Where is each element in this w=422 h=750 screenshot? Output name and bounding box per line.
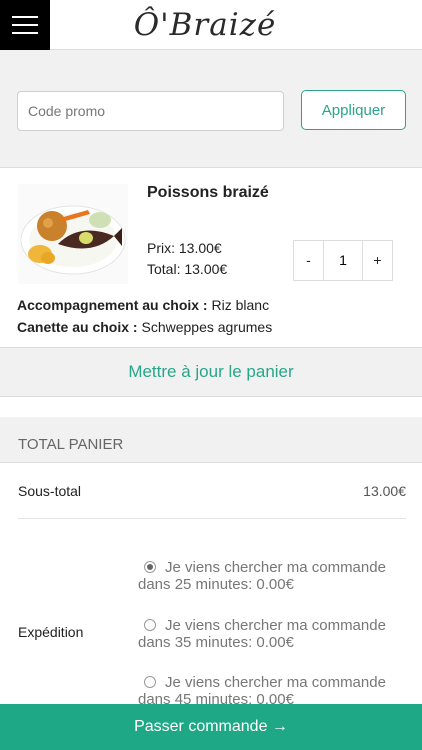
shipping-label: Expédition	[18, 624, 84, 640]
product-name[interactable]: Poissons braizé	[147, 184, 269, 202]
quantity-stepper: - +	[293, 240, 393, 281]
radio-unselected-icon[interactable]	[144, 619, 156, 631]
shipping-option-25min[interactable]: Je viens chercher ma commande dans 25 mi…	[138, 559, 406, 593]
promo-code-input[interactable]	[17, 91, 284, 131]
promo-section: Appliquer	[0, 50, 422, 168]
menu-bar	[12, 24, 38, 26]
update-cart-button[interactable]: Mettre à jour le panier	[0, 347, 422, 397]
option-value: Schweppes agrumes	[141, 319, 273, 335]
shipping-option-text: Je viens chercher ma commande dans 45 mi…	[138, 674, 386, 708]
product-unit-price: Prix: 13.00€	[147, 240, 222, 256]
totals-title: TOTAL PANIER	[18, 436, 124, 453]
top-header: Ô'Braizé	[0, 0, 422, 50]
totals-header: TOTAL PANIER	[0, 417, 422, 463]
shipping-option-45min[interactable]: Je viens chercher ma commande dans 45 mi…	[138, 674, 406, 708]
radio-selected-icon[interactable]	[144, 561, 156, 573]
decrease-quantity-button[interactable]: -	[294, 241, 324, 280]
grilled-fish-plate-image	[20, 205, 126, 275]
brand-logo[interactable]: Ô'Braizé	[120, 4, 290, 46]
cart-totals: TOTAL PANIER Sous-total 13.00€ Expéditio…	[0, 397, 422, 750]
menu-bar	[12, 16, 38, 18]
increase-quantity-button[interactable]: +	[362, 241, 392, 280]
quantity-input[interactable]	[325, 241, 361, 280]
shipping-option-text: Je viens chercher ma commande dans 35 mi…	[138, 617, 386, 651]
subtotal-value: 13.00€	[363, 483, 406, 499]
cart-item: Poissons braizé Prix: 13.00€ Total: 13.0…	[0, 169, 422, 347]
subtotal-label: Sous-total	[18, 483, 82, 499]
menu-bar	[12, 32, 38, 34]
apply-promo-button[interactable]: Appliquer	[301, 90, 406, 130]
shipping-option-35min[interactable]: Je viens chercher ma commande dans 35 mi…	[138, 617, 406, 651]
radio-unselected-icon[interactable]	[144, 676, 156, 688]
option-label: Accompagnement au choix :	[17, 297, 208, 313]
shipping-option-text: Je viens chercher ma commande dans 25 mi…	[138, 559, 386, 593]
checkout-button[interactable]: Passer commande →	[0, 704, 422, 750]
product-image	[18, 184, 128, 284]
product-line-total: Total: 13.00€	[147, 261, 228, 277]
hamburger-menu-icon[interactable]	[0, 0, 50, 50]
side-dish-option: Accompagnement au choix : Riz blanc	[17, 297, 269, 313]
option-label: Canette au choix :	[17, 319, 138, 335]
drink-option: Canette au choix : Schweppes agrumes	[17, 319, 272, 335]
option-value: Riz blanc	[211, 297, 270, 313]
divider	[18, 518, 406, 519]
